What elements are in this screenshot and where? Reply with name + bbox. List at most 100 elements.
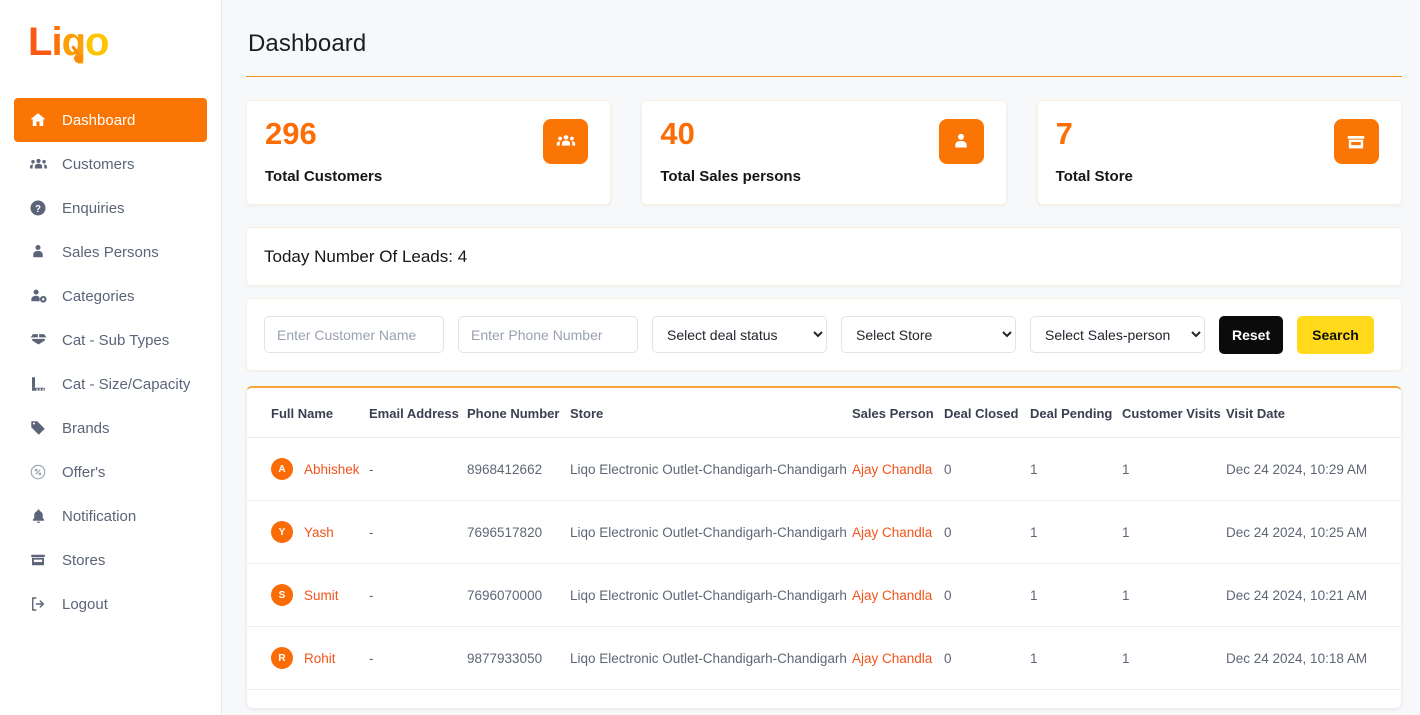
sidebar-item-label: Stores (62, 551, 106, 569)
cell-sales-person[interactable]: Ajay Chandla (852, 563, 944, 627)
cell-visit-date: Dec 24 2024, 10:25 AM (1226, 500, 1401, 564)
sidebar-nav: Dashboard Customers ? Enquiries Sales Pe… (0, 84, 221, 626)
page-title: Dashboard (248, 30, 367, 57)
customer-name-link[interactable]: Rohit (304, 651, 336, 666)
column-header-visit-date: Visit Date (1226, 388, 1401, 438)
phone-number-input[interactable] (458, 316, 638, 353)
cell-deal-pending: 1 (1030, 500, 1122, 564)
filter-bar: Select deal status Select Store Select S… (246, 298, 1402, 371)
store-icon (1333, 119, 1379, 164)
customer-name-input[interactable] (264, 316, 444, 353)
stat-card-total-customers[interactable]: 296 Total Customers (246, 100, 612, 205)
cell-email: - (369, 626, 467, 690)
sidebar-item-stores[interactable]: Stores (14, 538, 207, 582)
sidebar-item-brands[interactable]: Brands (14, 406, 207, 450)
sidebar-item-dashboard[interactable]: Dashboard (14, 98, 207, 142)
column-header-customer-visits: Customer Visits (1122, 388, 1226, 438)
cell-sales-person[interactable]: Ajay Chandla (852, 437, 944, 501)
users-icon (28, 154, 48, 174)
reset-button[interactable]: Reset (1219, 315, 1284, 354)
tag-icon (28, 418, 48, 438)
cell-sales-person[interactable]: Ajay Chandla (852, 626, 944, 690)
sales-person-select[interactable]: Select Sales-person (1030, 316, 1205, 353)
brand-logo[interactable]: Liq o (0, 0, 221, 84)
cell-email: - (369, 563, 467, 627)
cell-full-name: R Rohit (247, 626, 369, 690)
sidebar-item-label: Offer's (62, 463, 106, 481)
cell-full-name: S Sumit (247, 563, 369, 627)
stat-value: 40 (660, 116, 695, 151)
question-icon: ? (28, 198, 48, 218)
column-header-phone-number: Phone Number (467, 388, 570, 438)
cell-store: Liqo Electronic Outlet-Chandigarh-Chandi… (570, 626, 852, 690)
table-body: A Abhishek - 8968412662 Liqo Electronic … (247, 437, 1401, 690)
cell-full-name: Y Yash (247, 500, 369, 564)
table-row[interactable]: A Abhishek - 8968412662 Liqo Electronic … (247, 437, 1401, 501)
stat-label: Total Store (1055, 168, 1133, 185)
sidebar-item-label: Notification (62, 507, 137, 525)
sidebar-item-cat-size-capacity[interactable]: Cat - Size/Capacity (14, 362, 207, 406)
stat-card-total-store[interactable]: 7 Total Store (1036, 100, 1402, 205)
sidebar-item-label: Logout (62, 595, 108, 613)
store-select[interactable]: Select Store (841, 316, 1016, 353)
sidebar-item-notification[interactable]: Notification (14, 494, 207, 538)
cell-email: - (369, 437, 467, 501)
stat-label: Total Customers (265, 168, 383, 185)
deal-status-select[interactable]: Select deal status (652, 316, 827, 353)
sidebar-item-enquiries[interactable]: ? Enquiries (14, 186, 207, 230)
sidebar-item-offers[interactable]: Offer's (14, 450, 207, 494)
table-row[interactable]: Y Yash - 7696517820 Liqo Electronic Outl… (247, 500, 1401, 564)
search-button[interactable]: Search (1297, 315, 1374, 354)
logout-icon (28, 594, 48, 614)
sidebar-item-categories[interactable]: Categories (14, 274, 207, 318)
sidebar-item-cat-sub-types[interactable]: Cat - Sub Types (14, 318, 207, 362)
avatar: R (271, 647, 293, 669)
customer-name-link[interactable]: Abhishek (304, 462, 360, 477)
cell-customer-visits: 1 (1122, 626, 1226, 690)
table-head: Full Name Email Address Phone Number Sto… (247, 388, 1401, 438)
title-divider (246, 76, 1402, 77)
sidebar-item-label: Customers (62, 155, 135, 173)
logo-text: Liq o (28, 20, 109, 64)
leads-summary-bar: Today Number Of Leads: 4 (246, 227, 1402, 286)
sidebar: Liq o Dashboard Customers ? Enquiries Sa… (0, 0, 222, 715)
sidebar-item-customers[interactable]: Customers (14, 142, 207, 186)
cell-deal-closed: 0 (944, 437, 1030, 501)
ruler-icon (28, 374, 48, 394)
sidebar-item-label: Enquiries (62, 199, 125, 217)
cell-visit-date: Dec 24 2024, 10:18 AM (1226, 626, 1401, 690)
cell-sales-person[interactable]: Ajay Chandla (852, 500, 944, 564)
cell-phone: 7696070000 (467, 563, 570, 627)
cell-customer-visits: 1 (1122, 437, 1226, 501)
table-row[interactable]: R Rohit - 9877933050 Liqo Electronic Out… (247, 626, 1401, 690)
sidebar-item-label: Sales Persons (62, 243, 159, 261)
cell-store: Liqo Electronic Outlet-Chandigarh-Chandi… (570, 563, 852, 627)
svg-text:?: ? (35, 204, 41, 215)
logo-letter-l: L (28, 20, 52, 64)
app-root: Liq o Dashboard Customers ? Enquiries Sa… (0, 0, 1420, 715)
sidebar-item-logout[interactable]: Logout (14, 582, 207, 626)
cell-deal-pending: 1 (1030, 626, 1122, 690)
sidebar-item-sales-persons[interactable]: Sales Persons (14, 230, 207, 274)
cell-phone: 9877933050 (467, 626, 570, 690)
sidebar-item-label: Brands (62, 419, 110, 437)
logo-q-dot (74, 54, 83, 63)
table-row[interactable]: S Sumit - 7696070000 Liqo Electronic Out… (247, 563, 1401, 627)
store-icon (28, 550, 48, 570)
column-header-sales-person: Sales Person (852, 388, 944, 438)
stat-card-total-sales-persons[interactable]: 40 Total Sales persons (641, 100, 1007, 205)
stat-value: 7 (1055, 116, 1073, 151)
page-header: Dashboard (246, 0, 1402, 77)
person-tie-icon (28, 242, 48, 262)
cell-deal-closed: 0 (944, 626, 1030, 690)
logo-letter-q: q (61, 20, 86, 64)
leads-count-text: Today Number Of Leads: 4 (264, 246, 468, 266)
person-gear-icon (28, 286, 48, 306)
stat-cards: 296 Total Customers 40 Total Sales perso… (246, 100, 1402, 205)
column-header-deal-closed: Deal Closed (944, 388, 1030, 438)
users-icon (543, 119, 589, 164)
logo-letter-o: o (85, 20, 109, 64)
customer-name-link[interactable]: Yash (304, 525, 334, 540)
home-icon (28, 110, 48, 130)
customer-name-link[interactable]: Sumit (304, 588, 339, 603)
